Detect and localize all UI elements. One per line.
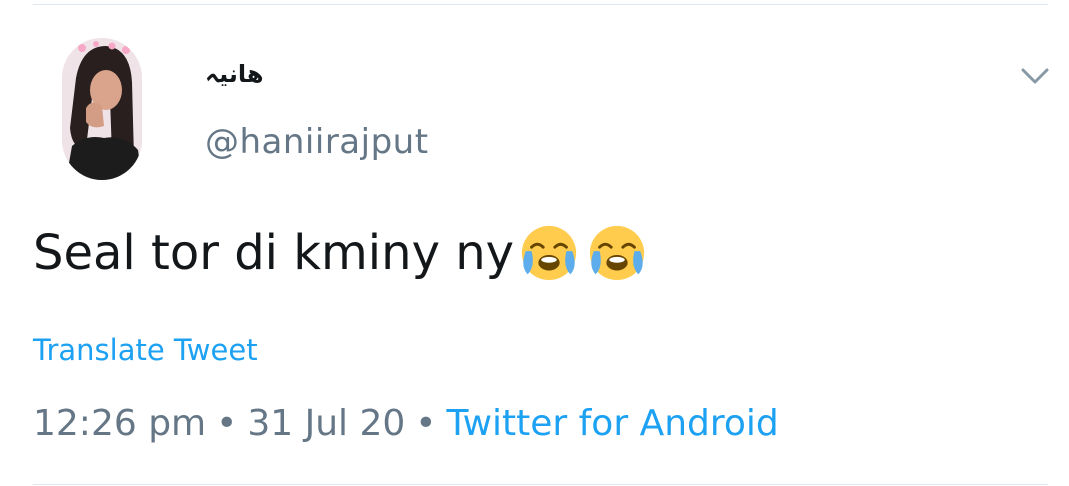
- tweet-source-link[interactable]: Twitter for Android: [447, 403, 779, 444]
- bottom-divider: [33, 484, 1048, 485]
- tweet-detail: هانیہ @haniirajput Seal tor di kminy ny: [0, 0, 1069, 486]
- display-name[interactable]: هانیہ: [205, 60, 264, 88]
- tweet-date[interactable]: 31 Jul 20: [247, 403, 405, 444]
- emoji-group: [518, 222, 648, 284]
- translate-tweet-link[interactable]: Translate Tweet: [33, 333, 258, 367]
- chevron-down-icon[interactable]: [1020, 66, 1050, 86]
- avatar-photo: [62, 38, 142, 180]
- tweet-time[interactable]: 12:26 pm: [33, 403, 206, 444]
- avatar[interactable]: [62, 38, 142, 180]
- tweet-metadata: 12:26 pm • 31 Jul 20 • Twitter for Android: [33, 403, 779, 444]
- loudly-crying-face-icon: [589, 225, 645, 281]
- meta-separator: •: [216, 403, 238, 444]
- tweet-body: Seal tor di kminy ny: [33, 225, 515, 281]
- top-divider: [33, 4, 1048, 5]
- loudly-crying-face-icon: [521, 225, 577, 281]
- tweet-text: Seal tor di kminy ny: [33, 222, 648, 284]
- meta-separator: •: [415, 403, 437, 444]
- user-handle[interactable]: @haniirajput: [205, 122, 429, 162]
